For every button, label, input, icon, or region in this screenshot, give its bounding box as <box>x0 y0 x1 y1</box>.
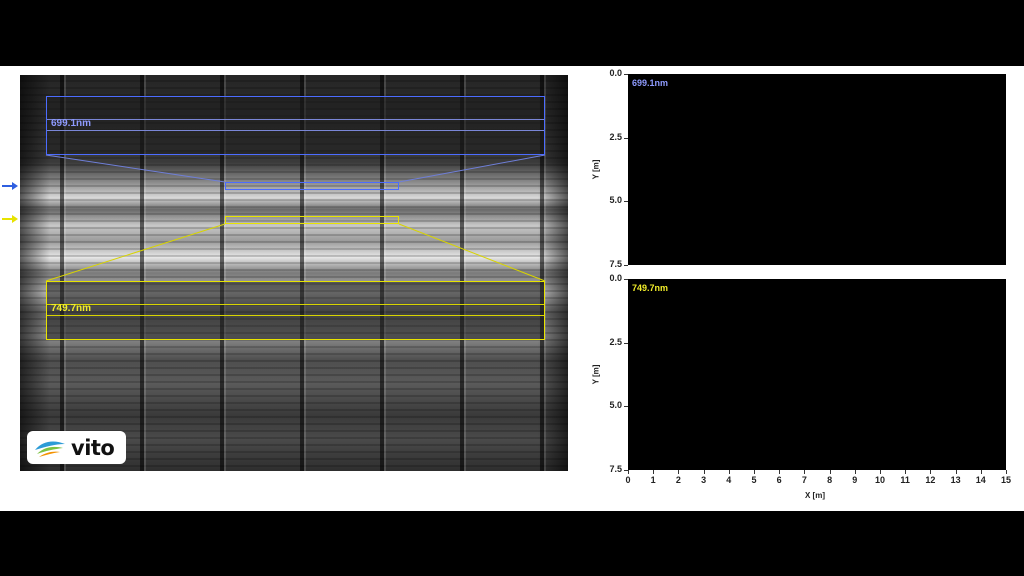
y-tick-mark <box>624 265 628 266</box>
yellow-band-label: 749.7nm <box>51 303 92 314</box>
y-tick-label: 5.0 <box>609 400 622 411</box>
x-tick-mark <box>754 470 755 474</box>
logo-text: vito <box>71 435 115 460</box>
y-tick-mark <box>624 137 628 139</box>
x-tick-mark <box>829 470 831 474</box>
x-tick-mark <box>804 470 806 474</box>
blue-band-label: 699.1nm <box>51 118 92 129</box>
x-tick-mark <box>980 470 982 474</box>
plot-bottom-749nm[interactable]: 749.7nm <box>628 279 1006 470</box>
plot-top-699nm[interactable]: 699.1nm <box>628 74 1006 265</box>
plot-top-band-label: 699.1nm <box>632 78 669 88</box>
x-tick-mark <box>728 470 730 474</box>
x-tick-label: 4 <box>726 475 732 485</box>
x-tick-label: 3 <box>701 475 707 485</box>
vito-swoosh-icon <box>35 441 65 457</box>
y-axis-label: Y [m] <box>591 159 601 179</box>
x-tick-label: 1 <box>650 475 656 485</box>
x-tick-mark <box>703 470 705 474</box>
x-tick-label: 7 <box>801 475 807 485</box>
x-tick-label: 14 <box>975 475 986 485</box>
x-tick-mark <box>955 470 957 474</box>
yellow-arrow-icon <box>2 215 18 223</box>
x-tick-label: 5 <box>751 475 757 485</box>
y-tick-mark <box>624 279 628 280</box>
y-tick-label: 7.5 <box>609 259 622 269</box>
x-axis-label: X [m] <box>805 491 825 500</box>
x-tick-label: 12 <box>925 475 936 485</box>
y-tick-label: 0.0 <box>609 68 622 78</box>
x-tick-label: 15 <box>1000 475 1011 485</box>
y-tick-label: 5.0 <box>609 195 622 206</box>
x-tick-label: 11 <box>900 475 910 485</box>
x-tick-mark <box>930 470 932 474</box>
x-tick-mark <box>880 470 881 474</box>
yellow-band-line <box>47 304 544 316</box>
plot-bottom-band-label: 749.7nm <box>632 283 669 293</box>
x-tick-mark <box>628 470 629 474</box>
x-tick-mark <box>1006 470 1007 474</box>
y-tick-mark <box>624 201 628 203</box>
y-tick-mark <box>624 74 628 75</box>
y-tick-label: 2.5 <box>609 131 622 142</box>
hyperspectral-image-view[interactable]: 699.1nm 749.7nm vito <box>20 75 568 471</box>
x-tick-label: 0 <box>625 475 631 485</box>
y-axis-label: Y [m] <box>591 364 601 384</box>
y-tick-label: 7.5 <box>609 464 622 474</box>
main-stage: 699.1nm 749.7nm vito 699.1nm 749.7nm 0.0… <box>0 66 1024 511</box>
x-tick-label: 9 <box>852 475 858 485</box>
y-tick-label: 0.0 <box>609 273 622 283</box>
blue-arrow-icon <box>2 182 18 190</box>
y-tick-mark <box>624 342 628 344</box>
x-tick-label: 10 <box>874 475 885 485</box>
y-tick-mark <box>624 406 628 408</box>
x-tick-mark <box>854 470 856 474</box>
y-tick-label: 2.5 <box>609 336 622 347</box>
x-tick-mark <box>678 470 680 474</box>
blue-band-line <box>47 119 544 131</box>
yellow-band-selection[interactable] <box>225 216 399 224</box>
x-tick-mark <box>779 470 781 474</box>
x-tick-mark <box>905 470 907 474</box>
yellow-band-zoom-box: 749.7nm <box>46 281 545 340</box>
x-tick-label: 13 <box>950 475 961 485</box>
vito-logo: vito <box>27 431 126 464</box>
x-tick-label: 6 <box>776 475 782 485</box>
x-tick-label: 2 <box>675 475 681 485</box>
blue-band-selection[interactable] <box>225 182 399 190</box>
blue-band-zoom-box: 699.1nm <box>46 96 545 155</box>
x-tick-label: 8 <box>827 475 833 485</box>
x-tick-mark <box>653 470 655 474</box>
